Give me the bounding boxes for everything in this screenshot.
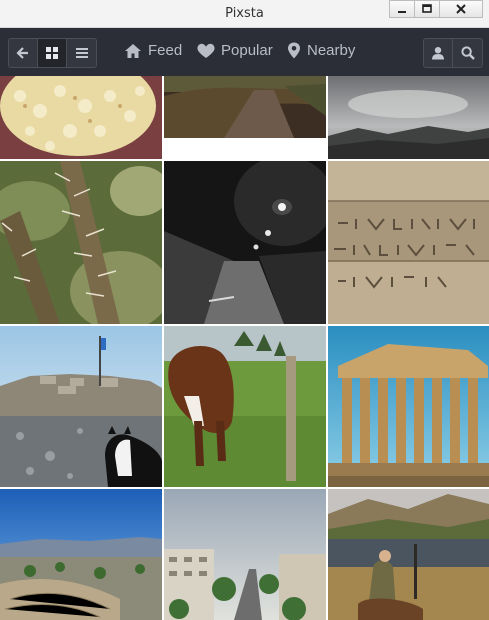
photo-tile[interactable]	[328, 76, 489, 159]
photo-grid	[0, 76, 489, 620]
grid-icon	[46, 47, 58, 59]
nav-nearby-label: Nearby	[307, 42, 356, 59]
photo-brown-cow	[164, 326, 326, 487]
nav-feed[interactable]: Feed	[124, 42, 182, 59]
nav-popular[interactable]: Popular	[197, 42, 273, 59]
photo-cat-on-rocks	[0, 326, 162, 487]
photo-hunter-by-lake	[328, 489, 489, 620]
home-icon	[125, 43, 141, 58]
maximize-button[interactable]	[414, 0, 440, 18]
view-controls	[8, 38, 97, 68]
photo-tile[interactable]	[164, 489, 326, 620]
back-button[interactable]	[9, 39, 38, 67]
nav-nearby[interactable]: Nearby	[287, 42, 355, 59]
photo-stone-inscription	[328, 161, 489, 324]
photo-tile[interactable]	[0, 161, 162, 324]
list-icon	[75, 48, 88, 58]
heart-icon	[197, 43, 215, 58]
search-button[interactable]	[453, 39, 482, 67]
photo-tile[interactable]	[328, 326, 489, 487]
photo-city-and-sea	[0, 489, 162, 620]
arrow-left-icon	[16, 47, 28, 59]
window-controls	[389, 0, 483, 18]
photo-tile[interactable]	[164, 161, 326, 324]
list-view-button[interactable]	[67, 39, 96, 67]
user-icon	[432, 47, 444, 60]
photo-city-street	[164, 489, 326, 620]
photo-tile[interactable]	[164, 76, 326, 138]
nav-popular-label: Popular	[221, 42, 273, 59]
grid-view-button[interactable]	[38, 39, 67, 67]
app-toolbar: Feed Popular Nearby	[0, 28, 489, 76]
photo-thorny-plant	[0, 161, 162, 324]
photo-tile[interactable]	[0, 326, 162, 487]
photo-tile[interactable]	[328, 489, 489, 620]
nav-feed-label: Feed	[148, 42, 183, 59]
photo-parthenon	[328, 326, 489, 487]
photo-tile[interactable]	[164, 326, 326, 487]
account-controls	[423, 38, 483, 68]
close-button[interactable]	[439, 0, 483, 18]
minimize-icon	[398, 11, 406, 13]
photo-tile[interactable]	[0, 489, 162, 620]
window-titlebar: Pixsta	[0, 0, 489, 28]
location-pin-icon	[288, 42, 300, 59]
search-icon	[460, 46, 475, 60]
maximize-icon	[422, 4, 432, 13]
close-icon	[456, 4, 466, 14]
minimize-button[interactable]	[389, 0, 415, 18]
photo-tile[interactable]	[0, 76, 162, 159]
photo-night-street	[164, 161, 326, 324]
profile-button[interactable]	[424, 39, 453, 67]
photo-white-flowers	[0, 76, 162, 159]
photo-dirt-road	[164, 76, 326, 138]
photo-tile-gap	[164, 138, 326, 159]
photo-tile[interactable]	[328, 161, 489, 324]
photo-cloudy-mountains	[328, 76, 489, 159]
